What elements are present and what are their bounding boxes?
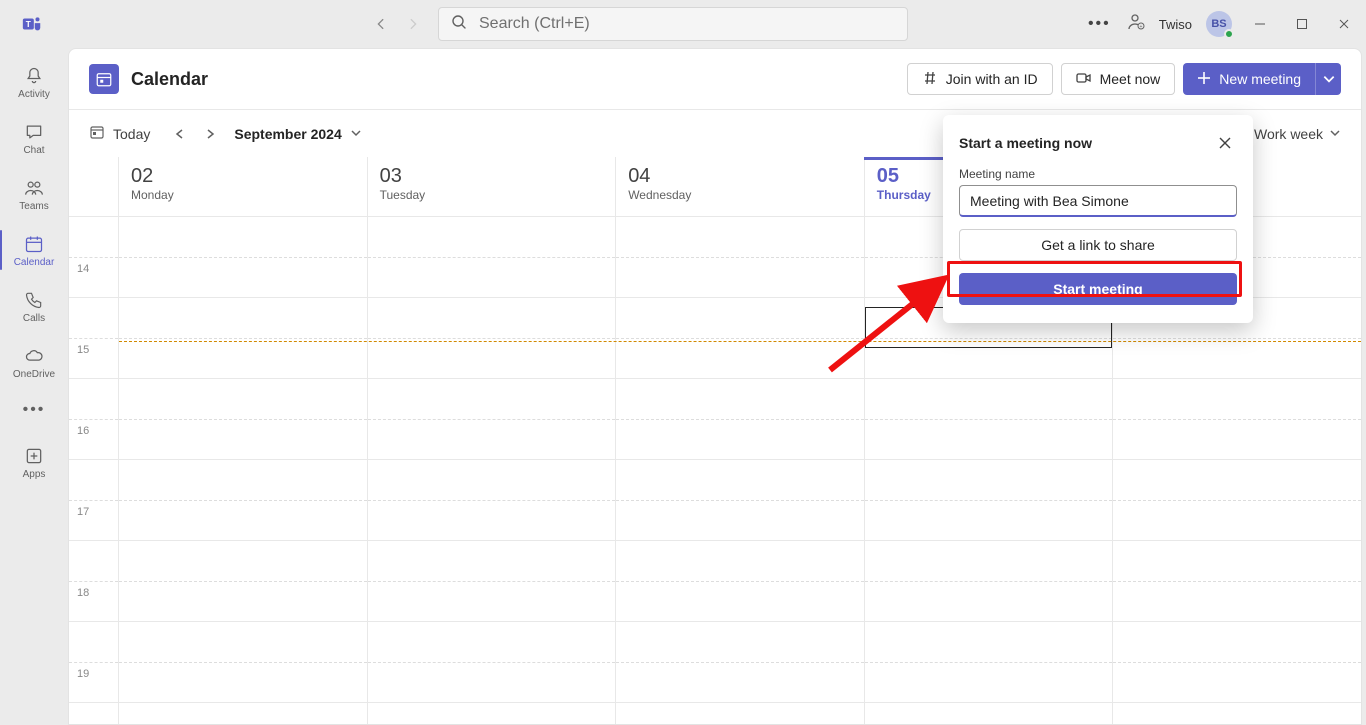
time-gutter: 14 15 16 17 18 19 (69, 157, 119, 724)
calendar-app-icon (89, 64, 119, 94)
rail-activity[interactable]: Activity (0, 54, 68, 110)
rail-label: OneDrive (13, 369, 55, 380)
phone-icon (23, 289, 45, 311)
meet-now-popup: Start a meeting now Meeting name Get a l… (943, 115, 1253, 323)
rail-calendar[interactable]: Calendar (0, 222, 68, 278)
apps-icon (23, 445, 45, 467)
time-label: 15 (77, 344, 89, 356)
time-label: 14 (77, 263, 89, 275)
rail-label: Apps (23, 469, 46, 480)
rail-calls[interactable]: Calls (0, 278, 68, 334)
prev-week-button[interactable] (168, 122, 192, 146)
day-header: 02Monday (119, 157, 367, 217)
today-icon (89, 124, 105, 143)
calendar-icon (23, 233, 45, 255)
title-bar: T Search (Ctrl+E) ••• + Twiso BS (0, 0, 1366, 48)
day-header: 04Wednesday (616, 157, 864, 217)
chevron-down-icon (1329, 126, 1341, 142)
day-column-tuesday[interactable]: 03Tuesday (368, 157, 617, 724)
rail-label: Calendar (14, 257, 55, 268)
more-options-button[interactable]: ••• (1088, 15, 1111, 33)
plus-icon (1197, 71, 1211, 88)
next-week-button[interactable] (198, 122, 222, 146)
rail-teams[interactable]: Teams (0, 166, 68, 222)
minimize-button[interactable] (1246, 10, 1274, 38)
hash-icon (922, 70, 938, 89)
bell-icon (23, 65, 45, 87)
day-column-wednesday[interactable]: 04Wednesday (616, 157, 865, 724)
month-picker[interactable]: September 2024 (234, 126, 361, 142)
time-label: 19 (77, 668, 89, 680)
page-title: Calendar (131, 69, 208, 90)
day-header: 03Tuesday (368, 157, 616, 217)
rail-apps[interactable]: Apps (0, 434, 68, 490)
search-icon (451, 14, 467, 35)
teams-logo: T (8, 13, 56, 35)
rail-more[interactable]: ••• (0, 390, 68, 430)
presence-indicator (1224, 29, 1234, 39)
day-column-monday[interactable]: 02Monday (119, 157, 368, 724)
search-input[interactable]: Search (Ctrl+E) (438, 7, 908, 41)
current-time-indicator (119, 341, 1361, 342)
svg-text:+: + (1139, 24, 1142, 30)
meeting-name-input[interactable] (959, 185, 1237, 217)
get-link-button[interactable]: Get a link to share (959, 229, 1237, 261)
video-icon (1076, 70, 1092, 89)
popup-close-button[interactable] (1213, 131, 1237, 155)
close-button[interactable] (1330, 10, 1358, 38)
people-icon[interactable]: + (1125, 12, 1145, 37)
history-back-button[interactable] (366, 9, 396, 39)
time-label: 16 (77, 425, 89, 437)
time-label: 17 (77, 506, 89, 518)
user-name-label: Twiso (1159, 17, 1192, 32)
rail-label: Teams (19, 201, 48, 212)
maximize-button[interactable] (1288, 10, 1316, 38)
rail-chat[interactable]: Chat (0, 110, 68, 166)
user-avatar[interactable]: BS (1206, 11, 1232, 37)
start-meeting-button[interactable]: Start meeting (959, 273, 1237, 305)
join-with-id-button[interactable]: Join with an ID (907, 63, 1053, 95)
app-rail: Activity Chat Teams Calendar Calls OneDr… (0, 48, 68, 725)
meeting-name-label: Meeting name (959, 167, 1237, 181)
rail-label: Chat (23, 145, 44, 156)
chevron-down-icon (350, 126, 362, 142)
rail-label: Calls (23, 313, 45, 324)
time-label: 18 (77, 587, 89, 599)
page-header: Calendar Join with an ID Meet now New me… (69, 49, 1361, 109)
new-meeting-button[interactable]: New meeting (1183, 63, 1341, 95)
rail-label: Activity (18, 89, 50, 100)
today-button[interactable]: Today (89, 124, 150, 143)
svg-text:T: T (26, 20, 31, 29)
rail-onedrive[interactable]: OneDrive (0, 334, 68, 390)
new-meeting-dropdown[interactable] (1315, 63, 1341, 95)
teams-icon (23, 177, 45, 199)
chat-icon (23, 121, 45, 143)
history-forward-button[interactable] (398, 9, 428, 39)
search-placeholder: Search (Ctrl+E) (479, 15, 590, 33)
popup-title: Start a meeting now (959, 135, 1092, 151)
cloud-icon (23, 345, 45, 367)
meet-now-button[interactable]: Meet now (1061, 63, 1176, 95)
